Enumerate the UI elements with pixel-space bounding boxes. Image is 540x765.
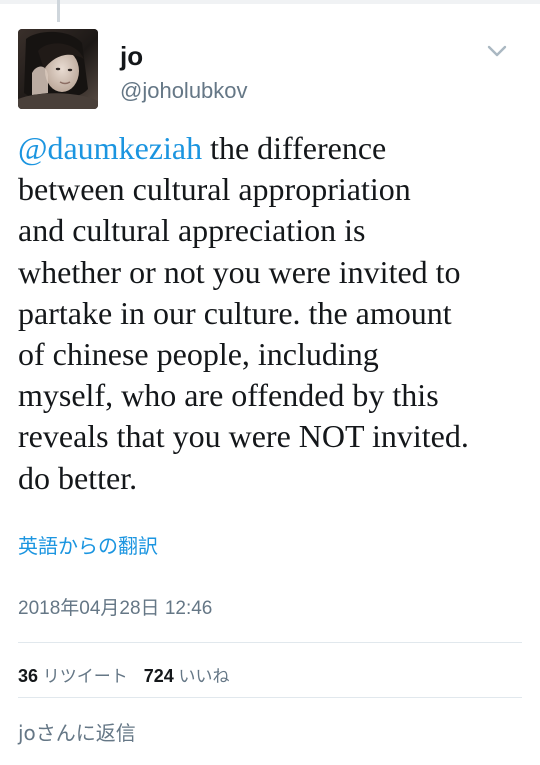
reply-input[interactable]: joさんに返信 — [18, 718, 136, 748]
tweet-text-segment: the difference — [202, 130, 387, 166]
like-count-link[interactable]: 724 いいね — [143, 666, 230, 686]
tweet-text-line: @daumkeziah the difference — [18, 128, 533, 169]
tweet-text: @daumkeziah the difference between cultu… — [18, 128, 533, 499]
retweet-label: リツイート — [42, 667, 128, 686]
mention-link[interactable]: @daumkeziah — [18, 130, 202, 166]
tweet-timestamp[interactable]: 2018年04月28日 12:46 — [18, 596, 212, 622]
tweet-text-line: myself, who are offended by this — [18, 377, 439, 414]
avatar-photo — [18, 29, 98, 109]
retweet-count: 36 — [18, 666, 39, 686]
tweet-text-line: reveals that you were NOT invited. — [18, 418, 469, 455]
tweet-text-line: of chinese people, including — [18, 335, 379, 372]
tweet-detail-screen: jo @joholubkov @daumkeziah the differenc… — [0, 0, 540, 765]
thread-connector-line — [57, 0, 60, 22]
divider — [18, 697, 522, 698]
avatar[interactable] — [18, 29, 98, 109]
top-edge — [0, 0, 540, 4]
translate-link[interactable]: 英語からの翻訳 — [18, 531, 158, 561]
tweet-text-line: do better. — [18, 459, 138, 496]
tweet-text-line: between cultural appropriation — [18, 171, 411, 208]
tweet-stats: 36 リツイート 724 いいね — [18, 664, 230, 689]
like-count: 724 — [143, 666, 174, 686]
chevron-down-icon[interactable] — [482, 40, 512, 64]
like-label: いいね — [178, 667, 230, 686]
author-handle[interactable]: @joholubkov — [120, 78, 248, 104]
tweet-text-line: and cultural appreciation is — [18, 212, 366, 249]
author-display-name[interactable]: jo — [120, 42, 143, 70]
tweet-text-line: partake in our culture. the amount — [18, 294, 452, 331]
tweet-text-line: whether or not you were invited to — [18, 253, 461, 290]
divider — [18, 642, 522, 643]
retweet-count-link[interactable]: 36 リツイート — [18, 666, 128, 686]
